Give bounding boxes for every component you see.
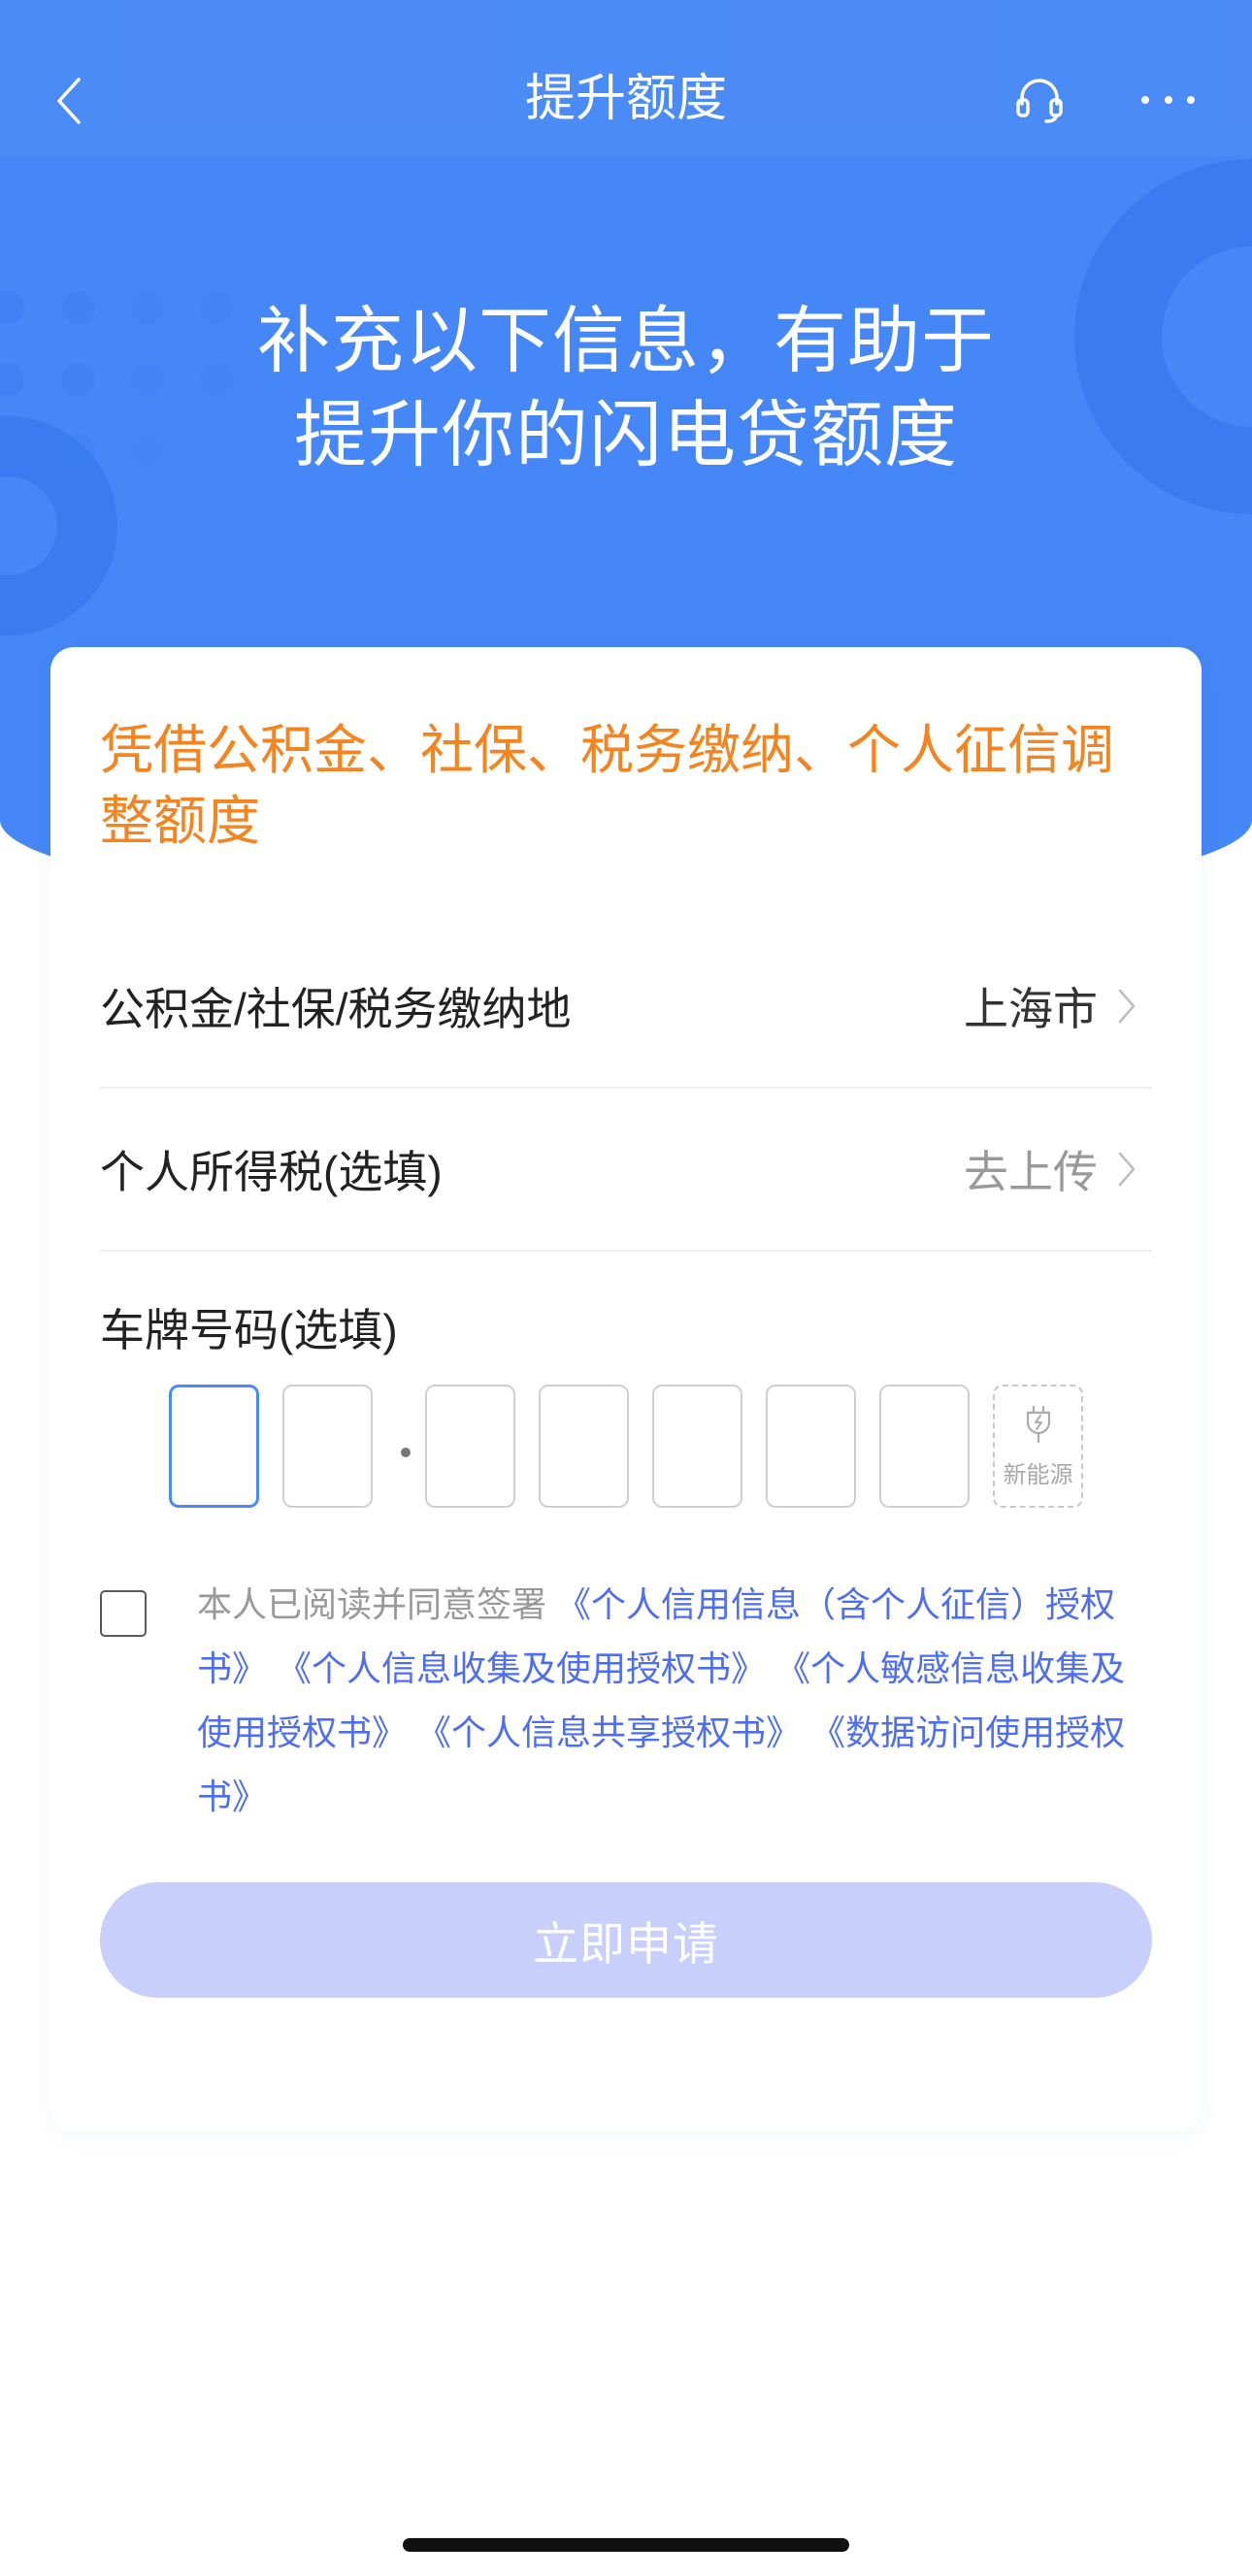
plate-char-input-4[interactable]: [539, 1385, 629, 1508]
new-energy-label: 新能源: [1003, 1462, 1073, 1488]
credit-boost-notice: 凭借公积金、社保、税务缴纳、个人征信调整额度: [100, 720, 1115, 851]
agreement-prefix: 本人已阅读并同意签署: [197, 1584, 547, 1624]
agreement-checkbox[interactable]: [100, 1590, 147, 1637]
plate-char-input-2[interactable]: [282, 1385, 373, 1508]
more-icon: [1136, 85, 1202, 114]
license-plate-label: 车牌号码(选填): [100, 1305, 398, 1355]
info-form-card: 凭借公积金、社保、税务缴纳、个人征信调整额度 公积金/社保/税务缴纳地 上海市 …: [50, 647, 1202, 2131]
plate-char-input-1[interactable]: [169, 1385, 259, 1508]
back-button[interactable]: [50, 74, 89, 128]
more-options-button[interactable]: [1136, 85, 1202, 114]
income-tax-label: 个人所得税(选填): [100, 1147, 443, 1197]
chevron-left-icon: [57, 78, 81, 124]
headset-icon: [1016, 79, 1063, 123]
income-tax-upload-link: 去上传: [964, 1147, 1098, 1197]
hero-line-1: 补充以下信息，有助于: [256, 300, 995, 381]
payment-location-value: 上海市: [964, 984, 1098, 1034]
chevron-right-icon: [1118, 989, 1136, 1024]
chevron-right-icon: [1118, 1152, 1136, 1187]
doc-link-info-collection[interactable]: 《个人信息收集及使用授权书》: [277, 1648, 766, 1688]
plate-char-input-6[interactable]: [766, 1385, 856, 1508]
plug-icon: [1026, 1405, 1051, 1444]
hero-headline: 补充以下信息，有助于 提升你的闪电贷额度: [0, 294, 1252, 482]
new-energy-plate-slot[interactable]: 新能源: [993, 1385, 1083, 1508]
plate-char-input-5[interactable]: [652, 1385, 742, 1508]
income-tax-row[interactable]: 个人所得税(选填) 去上传: [100, 1089, 1152, 1252]
page-title: 提升额度: [524, 71, 727, 127]
plate-char-input-7[interactable]: [879, 1385, 970, 1508]
payment-location-row[interactable]: 公积金/社保/税务缴纳地 上海市: [100, 926, 1152, 1089]
hero-line-2: 提升你的闪电贷额度: [293, 394, 958, 475]
customer-service-button[interactable]: [1012, 72, 1067, 126]
doc-link-info-sharing[interactable]: 《个人信息共享授权书》: [416, 1712, 801, 1752]
plate-char-input-3[interactable]: [425, 1385, 515, 1508]
navigation-bar: 提升额度: [0, 0, 1252, 156]
apply-now-button[interactable]: 立即申请: [100, 1882, 1152, 1998]
plate-separator-dot: [401, 1448, 411, 1457]
agreement-text: 本人已阅读并同意签署 《个人信用信息（含个人征信）授权书》 《个人信息收集及使用…: [197, 1573, 1153, 1829]
payment-location-label: 公积金/社保/税务缴纳地: [100, 984, 572, 1034]
home-indicator: [403, 2538, 849, 2552]
